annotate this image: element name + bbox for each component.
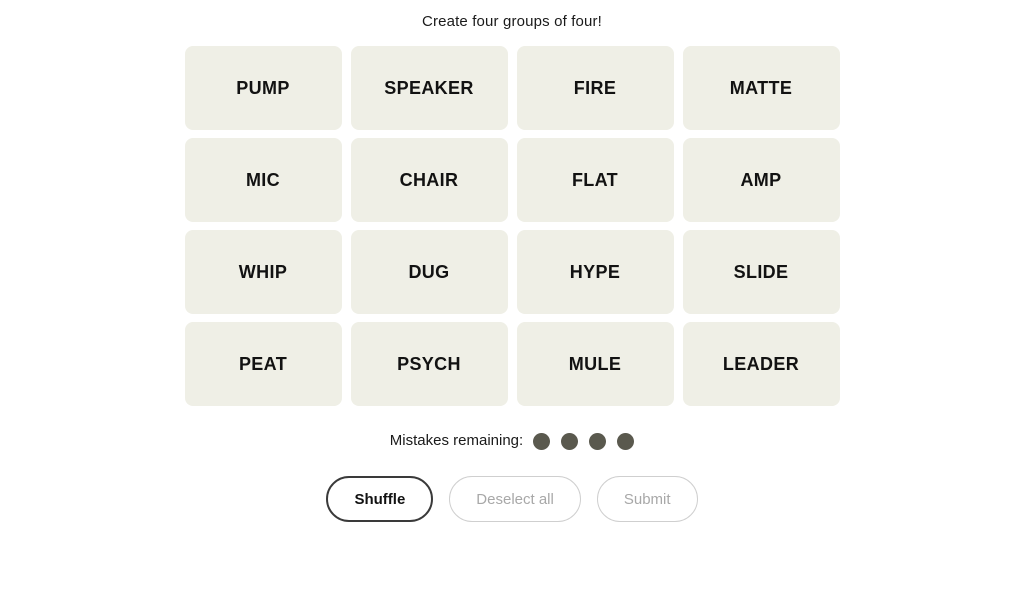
control-buttons: Shuffle Deselect all Submit bbox=[326, 476, 698, 522]
mistakes-label: Mistakes remaining: bbox=[389, 432, 524, 449]
deselect-all-button[interactable]: Deselect all bbox=[449, 476, 581, 522]
word-grid: PUMP SPEAKER FIRE MATTE MIC CHAIR FLAT A… bbox=[184, 46, 840, 406]
word-tile[interactable]: FLAT bbox=[516, 138, 674, 222]
word-tile[interactable]: MULE bbox=[516, 322, 674, 406]
word-tile[interactable]: MATTE bbox=[682, 46, 840, 130]
shuffle-button[interactable]: Shuffle bbox=[326, 476, 434, 522]
mistake-dot bbox=[617, 432, 635, 450]
word-tile[interactable]: MIC bbox=[184, 138, 342, 222]
word-tile[interactable]: PSYCH bbox=[350, 322, 508, 406]
mistake-dot bbox=[561, 432, 579, 450]
word-tile[interactable]: HYPE bbox=[516, 230, 674, 314]
word-tile[interactable]: DUG bbox=[350, 230, 508, 314]
word-tile[interactable]: CHAIR bbox=[350, 138, 508, 222]
word-tile[interactable]: SLIDE bbox=[682, 230, 840, 314]
mistakes-remaining: Mistakes remaining: bbox=[389, 432, 635, 450]
word-tile[interactable]: WHIP bbox=[184, 230, 342, 314]
page-title: Create four groups of four! bbox=[422, 13, 602, 30]
word-tile[interactable]: AMP bbox=[682, 138, 840, 222]
word-tile[interactable]: LEADER bbox=[682, 322, 840, 406]
word-tile[interactable]: SPEAKER bbox=[350, 46, 508, 130]
word-tile[interactable]: FIRE bbox=[516, 46, 674, 130]
word-tile[interactable]: PUMP bbox=[184, 46, 342, 130]
mistake-dots bbox=[533, 432, 635, 450]
connections-game: Create four groups of four! PUMP SPEAKER… bbox=[0, 0, 1024, 603]
submit-button[interactable]: Submit bbox=[596, 476, 698, 522]
word-tile[interactable]: PEAT bbox=[184, 322, 342, 406]
mistake-dot bbox=[533, 432, 551, 450]
mistake-dot bbox=[589, 432, 607, 450]
